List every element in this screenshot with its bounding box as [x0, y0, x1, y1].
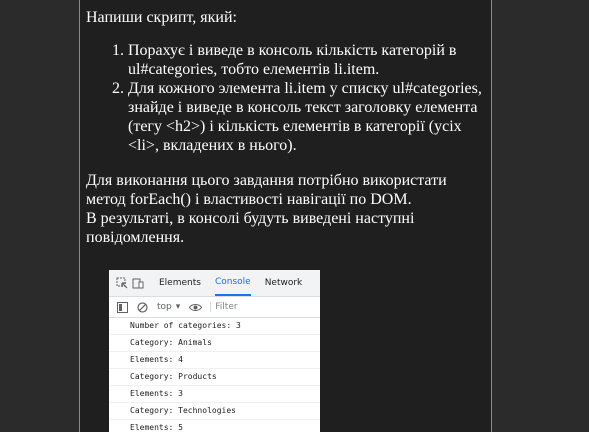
devtools-tabbar: Elements Console Network — [109, 270, 320, 297]
console-log: Number of categories: 3 Category: Animal… — [109, 318, 320, 432]
context-select[interactable]: top ▾ — [157, 302, 180, 312]
context-select-value: top — [157, 302, 172, 312]
task-intro: Напиши скрипт, який: — [86, 9, 237, 26]
console-line: Elements: 3 — [109, 386, 320, 403]
console-line: Category: Animals — [109, 335, 320, 352]
task-item-1: Порахує і виведе в консоль кількість кат… — [128, 41, 486, 79]
devtools-screenshot: Elements Console Network top ▾ Filter Nu… — [109, 270, 320, 432]
clear-console-icon[interactable] — [135, 300, 149, 314]
task-item-2: Для кожного элемента li.item у списку ul… — [128, 79, 486, 155]
dropdown-arrow-icon: ▾ — [175, 302, 181, 312]
tab-network[interactable]: Network — [265, 270, 303, 296]
console-line: Category: Technologies — [109, 403, 320, 420]
filter-input[interactable]: Filter — [210, 302, 238, 312]
task-result-note: В результаті, в консолі будуть виведені … — [86, 210, 415, 246]
eye-icon[interactable] — [188, 300, 202, 314]
task-note: Для виконання цього завдання потрібно ви… — [86, 172, 447, 208]
sidebar-icon[interactable] — [115, 300, 129, 314]
tab-elements[interactable]: Elements — [159, 270, 201, 296]
console-line: Elements: 5 — [109, 420, 320, 432]
console-toolbar: top ▾ Filter — [109, 297, 320, 318]
tab-console[interactable]: Console — [214, 270, 251, 296]
task-text: Напиши скрипт, який: Порахує і виведе в … — [86, 8, 486, 247]
task-list: Порахує і виведе в консоль кількість кат… — [86, 41, 486, 155]
task-panel: Напиши скрипт, який: Порахує і виведе в … — [79, 0, 492, 432]
device-toggle-icon[interactable] — [131, 276, 145, 290]
console-line: Elements: 4 — [109, 352, 320, 369]
inspect-icon[interactable] — [115, 276, 129, 290]
console-line: Number of categories: 3 — [109, 318, 320, 335]
console-line: Category: Products — [109, 369, 320, 386]
